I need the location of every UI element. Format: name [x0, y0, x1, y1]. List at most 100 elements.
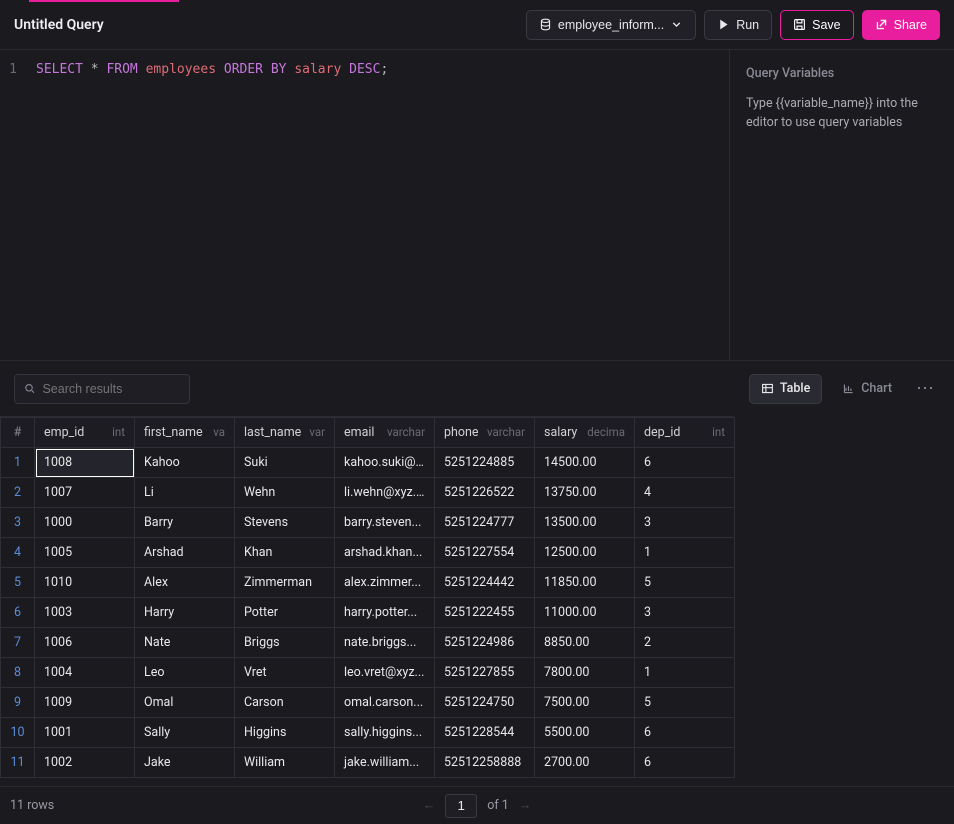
run-button[interactable]: Run	[704, 10, 772, 40]
cell-phone[interactable]: 5251224750	[435, 688, 535, 718]
cell-phone[interactable]: 5251222455	[435, 598, 535, 628]
cell-last_name[interactable]: Suki	[235, 448, 335, 478]
table-row[interactable]: 51010AlexZimmermanalex.zimmer...52512244…	[1, 568, 735, 598]
row-index[interactable]: 1	[1, 448, 35, 478]
table-row[interactable]: 41005ArshadKhanarshad.khan...52512275541…	[1, 538, 735, 568]
cell-email[interactable]: li.wehn@xyz....	[335, 478, 435, 508]
row-index[interactable]: 5	[1, 568, 35, 598]
cell-first_name[interactable]: Arshad	[135, 538, 235, 568]
table-row[interactable]: 91009OmalCarsonomal.carson...52512247507…	[1, 688, 735, 718]
search-input[interactable]	[42, 382, 180, 396]
more-menu[interactable]: ⋯	[912, 378, 940, 399]
cell-last_name[interactable]: Stevens	[235, 508, 335, 538]
cell-email[interactable]: nate.briggs...	[335, 628, 435, 658]
column-header-email[interactable]: emailvarchar	[335, 418, 435, 448]
cell-email[interactable]: barry.steven...	[335, 508, 435, 538]
cell-salary[interactable]: 2700.00	[535, 748, 635, 778]
cell-dep_id[interactable]: 6	[635, 718, 735, 748]
cell-first_name[interactable]: Sally	[135, 718, 235, 748]
cell-phone[interactable]: 5251227855	[435, 658, 535, 688]
cell-last_name[interactable]: Potter	[235, 598, 335, 628]
cell-salary[interactable]: 8850.00	[535, 628, 635, 658]
table-row[interactable]: 11008KahooSukikahoo.suki@...525122488514…	[1, 448, 735, 478]
row-index[interactable]: 3	[1, 508, 35, 538]
cell-first_name[interactable]: Kahoo	[135, 448, 235, 478]
column-header-salary[interactable]: salarydecima	[535, 418, 635, 448]
index-header[interactable]: #	[1, 418, 35, 448]
cell-first_name[interactable]: Nate	[135, 628, 235, 658]
cell-last_name[interactable]: Carson	[235, 688, 335, 718]
results-table[interactable]: # emp_idintfirst_namevalast_namevaremail…	[0, 417, 735, 778]
cell-first_name[interactable]: Barry	[135, 508, 235, 538]
column-header-last_name[interactable]: last_namevar	[235, 418, 335, 448]
cell-salary[interactable]: 12500.00	[535, 538, 635, 568]
cell-phone[interactable]: 5251224885	[435, 448, 535, 478]
cell-salary[interactable]: 7800.00	[535, 658, 635, 688]
table-row[interactable]: 81004LeoVretleo.vret@xyz...5251227855780…	[1, 658, 735, 688]
cell-dep_id[interactable]: 3	[635, 598, 735, 628]
cell-email[interactable]: kahoo.suki@...	[335, 448, 435, 478]
cell-emp_id[interactable]: 1006	[35, 628, 135, 658]
cell-phone[interactable]: 52512258888	[435, 748, 535, 778]
cell-emp_id[interactable]: 1001	[35, 718, 135, 748]
row-index[interactable]: 2	[1, 478, 35, 508]
table-row[interactable]: 61003HarryPotterharry.potter...525122245…	[1, 598, 735, 628]
cell-phone[interactable]: 5251227554	[435, 538, 535, 568]
cell-emp_id[interactable]: 1004	[35, 658, 135, 688]
sql-editor[interactable]: 1 SELECT * FROM employees ORDER BY salar…	[0, 50, 730, 360]
cell-email[interactable]: sally.higgins...	[335, 718, 435, 748]
page-input[interactable]	[445, 794, 477, 818]
row-index[interactable]: 11	[1, 748, 35, 778]
cell-emp_id[interactable]: 1005	[35, 538, 135, 568]
cell-dep_id[interactable]: 3	[635, 508, 735, 538]
row-index[interactable]: 6	[1, 598, 35, 628]
cell-email[interactable]: harry.potter...	[335, 598, 435, 628]
save-button[interactable]: Save	[780, 10, 854, 40]
table-row[interactable]: 31000BarryStevensbarry.steven...52512247…	[1, 508, 735, 538]
cell-emp_id[interactable]: 1000	[35, 508, 135, 538]
cell-emp_id[interactable]: 1007	[35, 478, 135, 508]
view-table[interactable]: Table	[749, 374, 822, 404]
column-header-dep_id[interactable]: dep_idint	[635, 418, 735, 448]
cell-dep_id[interactable]: 4	[635, 478, 735, 508]
database-selector[interactable]: employee_inform...	[526, 10, 696, 40]
cell-first_name[interactable]: Harry	[135, 598, 235, 628]
cell-last_name[interactable]: Vret	[235, 658, 335, 688]
cell-email[interactable]: alex.zimmer...	[335, 568, 435, 598]
column-header-emp_id[interactable]: emp_idint	[35, 418, 135, 448]
search-results[interactable]	[14, 374, 190, 404]
cell-dep_id[interactable]: 1	[635, 658, 735, 688]
cell-salary[interactable]: 13750.00	[535, 478, 635, 508]
cell-phone[interactable]: 5251228544	[435, 718, 535, 748]
query-title[interactable]: Untitled Query	[14, 17, 104, 33]
cell-email[interactable]: arshad.khan...	[335, 538, 435, 568]
cell-last_name[interactable]: Higgins	[235, 718, 335, 748]
cell-email[interactable]: omal.carson...	[335, 688, 435, 718]
column-header-first_name[interactable]: first_nameva	[135, 418, 235, 448]
cell-emp_id[interactable]: 1008	[35, 448, 135, 478]
page-prev[interactable]: ←	[423, 798, 436, 813]
share-button[interactable]: Share	[862, 10, 940, 40]
cell-dep_id[interactable]: 5	[635, 688, 735, 718]
cell-last_name[interactable]: Khan	[235, 538, 335, 568]
cell-salary[interactable]: 13500.00	[535, 508, 635, 538]
cell-last_name[interactable]: Briggs	[235, 628, 335, 658]
cell-phone[interactable]: 5251224442	[435, 568, 535, 598]
cell-salary[interactable]: 11850.00	[535, 568, 635, 598]
table-row[interactable]: 101001SallyHigginssally.higgins...525122…	[1, 718, 735, 748]
cell-phone[interactable]: 5251226522	[435, 478, 535, 508]
row-index[interactable]: 8	[1, 658, 35, 688]
row-index[interactable]: 10	[1, 718, 35, 748]
cell-email[interactable]: leo.vret@xyz...	[335, 658, 435, 688]
cell-first_name[interactable]: Omal	[135, 688, 235, 718]
page-next[interactable]: →	[519, 798, 532, 813]
cell-last_name[interactable]: William	[235, 748, 335, 778]
cell-first_name[interactable]: Leo	[135, 658, 235, 688]
cell-dep_id[interactable]: 6	[635, 748, 735, 778]
cell-emp_id[interactable]: 1009	[35, 688, 135, 718]
sql-code[interactable]: SELECT * FROM employees ORDER BY salary …	[26, 60, 398, 350]
cell-salary[interactable]: 7500.00	[535, 688, 635, 718]
table-row[interactable]: 111002JakeWilliamjake.william...52512258…	[1, 748, 735, 778]
cell-first_name[interactable]: Alex	[135, 568, 235, 598]
table-row[interactable]: 21007LiWehnli.wehn@xyz....52512265221375…	[1, 478, 735, 508]
